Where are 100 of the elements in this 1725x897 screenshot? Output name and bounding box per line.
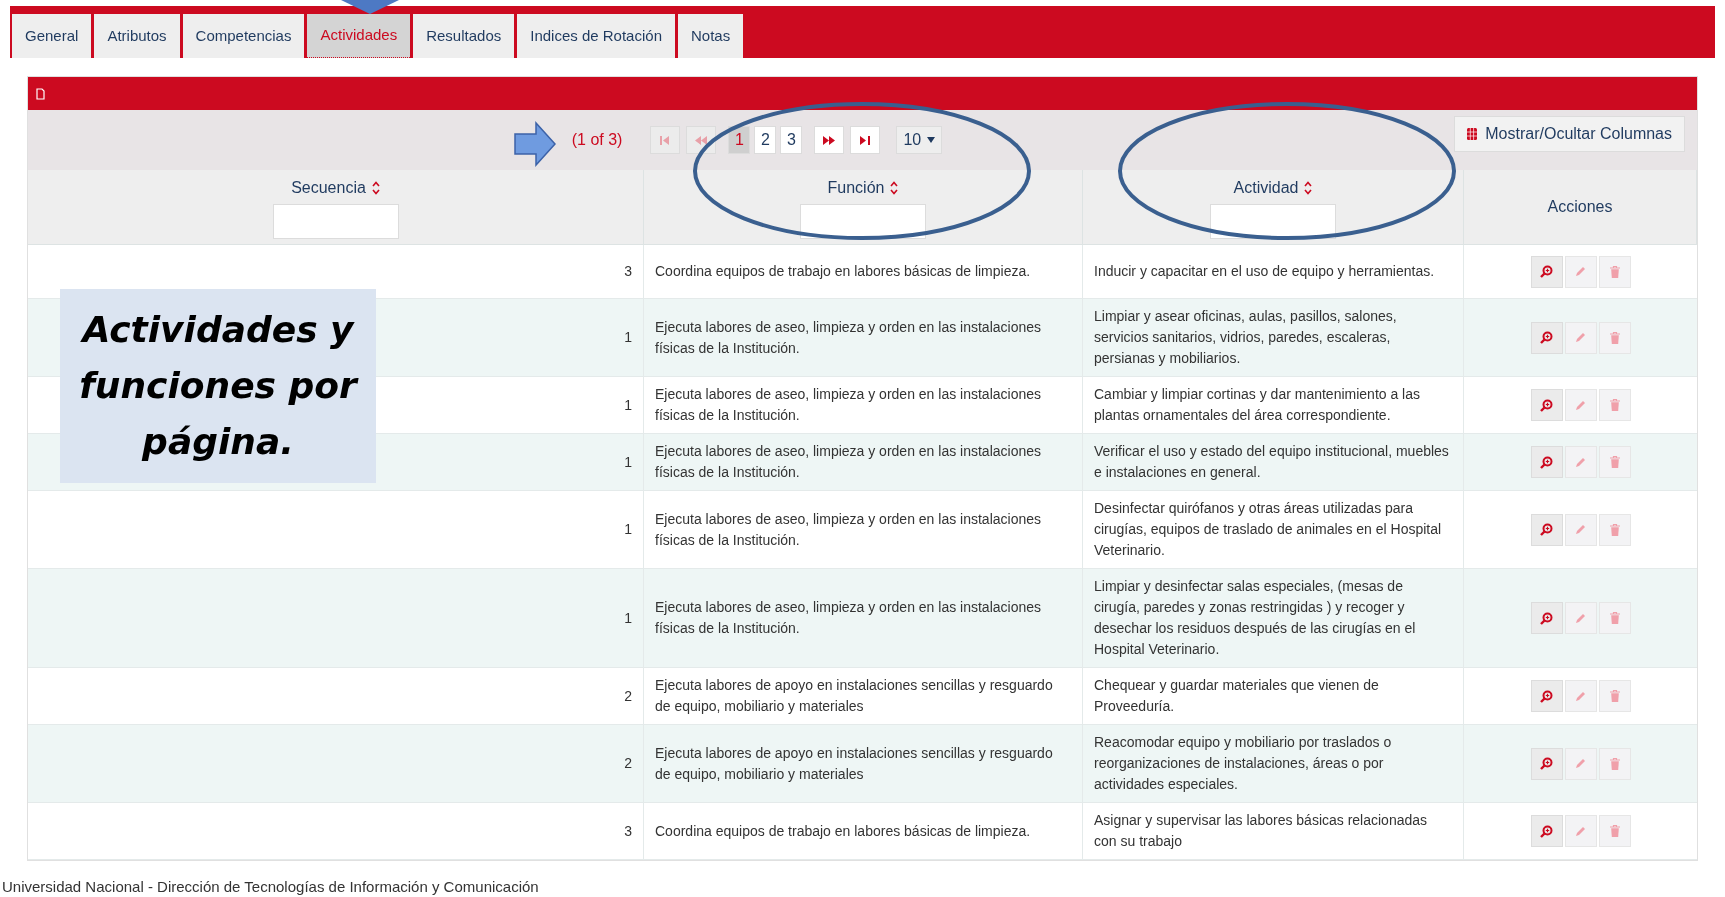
view-button[interactable] (1530, 602, 1563, 634)
table-icon (1467, 128, 1478, 140)
page-nav-button[interactable] (850, 126, 881, 154)
page-size-dropdown[interactable]: 10 (896, 126, 943, 154)
delete-button[interactable] (1598, 747, 1631, 780)
table-cell: Ejecuta labores de aseo, limpieza y orden en las instalaciones físicas de la Institución. (644, 299, 1083, 377)
delete-button[interactable] (1598, 446, 1631, 478)
previous-page-icon (695, 135, 708, 145)
tab[interactable]: General (12, 14, 92, 58)
table-cell: 3 (28, 803, 644, 860)
table-cell: Ejecuta labores de aseo, limpieza y orden en las instalaciones físicas de la Institución. (644, 569, 1083, 668)
table-cell: 1 (28, 491, 644, 569)
pencil-icon (1575, 758, 1586, 769)
zoom-icon (1540, 824, 1553, 838)
table-cell: Inducir y capacitar en el uso de equipo y herramientas. (1083, 245, 1464, 299)
trash-icon (1609, 757, 1620, 770)
delete-button[interactable] (1598, 389, 1631, 421)
table-cell: Ejecuta labores de apoyo en instalaciones sencillas y resguardo de equipo, mobiliario y materiales (644, 725, 1083, 803)
pencil-icon (1575, 266, 1586, 277)
table-cell: Coordina equipos de trabajo en labores básicas de limpieza. (644, 245, 1083, 299)
pencil-icon (1575, 612, 1586, 624)
delete-button[interactable] (1598, 602, 1631, 634)
sort-icon (371, 180, 380, 195)
sort-icon (890, 180, 899, 195)
view-button[interactable] (1530, 446, 1563, 478)
trash-icon (1609, 265, 1620, 278)
table-cell: Limpiar y asear oficinas, aulas, pasillos, salones, servicios sanitarios, vidrios, paredes, escaleras, persianas y mobiliarios. (1083, 299, 1464, 377)
tab[interactable]: Atributos (94, 14, 180, 58)
column-title: Acciones (1547, 197, 1613, 217)
document-icon (36, 87, 45, 100)
trash-icon (1609, 331, 1620, 344)
trash-icon (1609, 399, 1620, 411)
tab[interactable]: Competencias (182, 14, 305, 58)
zoom-icon (1540, 757, 1553, 770)
delete-button[interactable] (1598, 513, 1631, 546)
table-cell: Ejecuta labores de aseo, limpieza y orden en las instalaciones físicas de la Institución. (644, 491, 1083, 569)
pencil-icon (1575, 825, 1586, 837)
page-button[interactable]: 3 (780, 126, 803, 154)
column-title[interactable]: Función (827, 175, 885, 200)
table-cell: Ejecuta labores de apoyo en instalaciones sencillas y resguardo de equipo, mobiliario y materiales (644, 668, 1083, 725)
pencil-icon (1575, 524, 1586, 535)
zoom-icon (1540, 265, 1553, 278)
view-button[interactable] (1530, 747, 1563, 780)
table-cell: Coordina equipos de trabajo en labores básicas de limpieza. (644, 803, 1083, 860)
page-nav-button[interactable] (814, 126, 845, 154)
column-filter-field[interactable] (1210, 203, 1336, 239)
tab[interactable]: Resultados (413, 14, 515, 58)
trash-icon (1609, 456, 1620, 468)
view-button[interactable] (1530, 321, 1563, 354)
pencil-icon (1575, 399, 1586, 411)
table-cell: Ejecuta labores de aseo, limpieza y orden en las instalaciones físicas de la Institución. (644, 434, 1083, 491)
sort-icon (1304, 180, 1313, 195)
tab[interactable]: Indices de Rotación (517, 14, 675, 58)
delete-button[interactable] (1598, 321, 1631, 354)
view-button[interactable] (1530, 815, 1563, 847)
page-button[interactable]: 2 (754, 126, 777, 154)
trash-icon (1609, 825, 1620, 837)
view-button[interactable] (1530, 513, 1563, 546)
page-summary: (1 of 3) (571, 130, 623, 150)
pencil-icon (1575, 332, 1586, 343)
delete-button[interactable] (1598, 815, 1631, 847)
column-title[interactable]: Secuencia (291, 175, 366, 200)
table-cell: Ejecuta labores de aseo, limpieza y orden en las instalaciones físicas de la Institución. (644, 377, 1083, 434)
table-cell: Cambiar y limpiar cortinas y dar mantenimiento a las plantas ornamentales del área correspondiente. (1083, 377, 1464, 434)
pointer-arrow-icon (341, 0, 399, 14)
table-cell: Reacomodar equipo y mobiliario por traslados o reorganizaciones de instalaciones, áreas o por actividades especiales. (1083, 725, 1464, 803)
table-cell: 2 (28, 668, 644, 725)
dropdown-caret-icon (927, 137, 936, 143)
trash-icon (1609, 690, 1620, 702)
delete-button[interactable] (1598, 680, 1631, 712)
table-cell: Desinfectar quirófanos y otras áreas utilizadas para cirugías, equipos de traslado de animales en el Hospital Veterinario. (1083, 491, 1464, 569)
last-page-icon (860, 135, 871, 145)
tab[interactable]: Actividades (307, 14, 411, 58)
zoom-icon (1540, 689, 1553, 703)
trash-icon (1609, 523, 1620, 536)
tab[interactable]: Notas (678, 14, 744, 58)
table-cell: 1 (28, 569, 644, 668)
first-page-icon (660, 135, 671, 145)
table-cell: Verificar el uso y estado del equipo institucional, muebles e instalaciones en general. (1083, 434, 1464, 491)
table-cell: Limpiar y desinfectar salas especiales, (mesas de cirugía, paredes y zonas restringidas ) y recoger y desechar los residuos después de las cirugías en el Hospital Veterinario. (1083, 569, 1464, 668)
zoom-icon (1540, 455, 1553, 469)
table-cell: Chequear y guardar materiales que vienen de Proveeduría. (1083, 668, 1464, 725)
view-button[interactable] (1530, 389, 1563, 421)
columns-toggle-button[interactable]: Mostrar/Ocultar Columnas (1454, 116, 1685, 152)
view-button[interactable] (1530, 680, 1563, 712)
view-button[interactable] (1530, 255, 1563, 288)
delete-button[interactable] (1598, 255, 1631, 288)
page-button[interactable]: 1 (728, 126, 751, 154)
zoom-icon (1540, 523, 1553, 536)
table-cell: Asignar y supervisar las labores básicas relacionadas con su trabajo (1083, 803, 1464, 860)
column-filter-field[interactable] (272, 203, 399, 239)
table-cell: 2 (28, 725, 644, 803)
trash-icon (1609, 612, 1620, 624)
zoom-icon (1540, 611, 1553, 625)
pencil-icon (1575, 690, 1586, 702)
zoom-icon (1540, 398, 1553, 412)
column-title[interactable]: Actividad (1233, 175, 1299, 200)
zoom-icon (1540, 331, 1553, 344)
next-page-icon (823, 135, 836, 145)
column-filter-field[interactable] (800, 203, 926, 239)
